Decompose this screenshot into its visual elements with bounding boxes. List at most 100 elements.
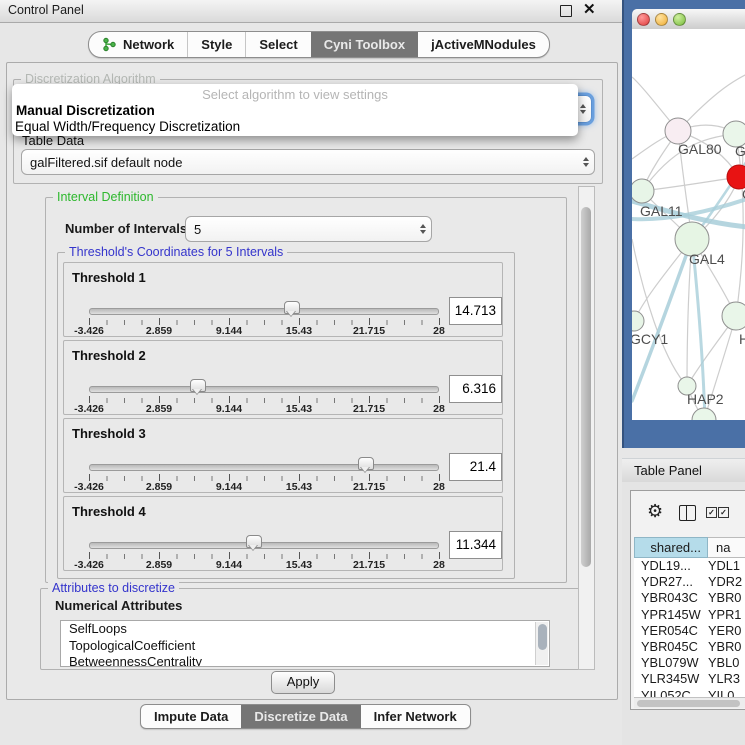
- combo-stepper-icon: [415, 224, 431, 234]
- threshold-4-panel: Threshold 4 -3.4262.8599.14415.4321.7152…: [63, 496, 503, 571]
- popup-option-manual-discretization[interactable]: Manual Discretization: [16, 103, 155, 118]
- threshold-1-slider[interactable]: [89, 305, 439, 319]
- thresholds-title: Threshold's Coordinates for 5 Intervals: [65, 245, 287, 259]
- tab-network-label: Network: [123, 37, 174, 52]
- network-canvas[interactable]: GAL80 GA C GAL11 GAL4 GCY1 H HAP2: [632, 29, 745, 420]
- number-of-intervals-label: Number of Intervals: [65, 221, 187, 236]
- network-icon: [102, 37, 117, 52]
- tab-network[interactable]: Network: [89, 32, 187, 57]
- node-label-gal4: GAL4: [689, 251, 725, 267]
- table-row[interactable]: YBL079WYBL0: [634, 655, 745, 671]
- control-panel-titlebar: Control Panel ✕: [0, 0, 622, 23]
- column-header-shared-name[interactable]: shared...: [634, 537, 708, 558]
- slider-thumb[interactable]: [246, 535, 262, 548]
- threshold-1-panel: Threshold 1 -3.4262.8599.14415.4321.7152…: [63, 262, 503, 337]
- threshold-2-slider[interactable]: [89, 383, 439, 397]
- table-data-combo[interactable]: galFiltered.sif default node: [21, 149, 595, 175]
- top-tab-bar: Network Style Select Cyni Toolbox jActiv…: [88, 31, 550, 58]
- node-right-mid[interactable]: [722, 302, 745, 330]
- threshold-2-value-field[interactable]: 6.316: [449, 375, 502, 403]
- node-label-gal80: GAL80: [678, 141, 722, 157]
- algorithm-dropdown-popup: Select algorithm to view settings Manual…: [12, 84, 578, 136]
- tab-style[interactable]: Style: [187, 32, 245, 57]
- gear-icon[interactable]: ⚙: [647, 502, 663, 520]
- threshold-2-panel: Threshold 2 -3.4262.8599.14415.4321.7152…: [63, 340, 503, 415]
- attributes-title: Attributes to discretize: [48, 581, 179, 595]
- popup-hint: Select algorithm to view settings: [12, 87, 578, 102]
- minimize-traffic-light-icon[interactable]: [655, 13, 668, 26]
- column-header-name[interactable]: na: [708, 537, 745, 558]
- node-bottom[interactable]: [692, 408, 716, 420]
- tab-discretize-data[interactable]: Discretize Data: [241, 705, 360, 728]
- slider-thumb[interactable]: [284, 301, 300, 314]
- node-label-hap2: HAP2: [687, 391, 724, 407]
- slider-thumb[interactable]: [190, 379, 206, 392]
- table-window: ⚙ ✓ ✓ shared... na YDL19...YDL1 YDR27...…: [630, 490, 745, 710]
- table-body: YDL19...YDL1 YDR27...YDR2 YBR043CYBR0 YP…: [634, 558, 745, 700]
- close-icon[interactable]: ✕: [583, 0, 596, 18]
- slider-thumb[interactable]: [358, 457, 374, 470]
- scrollbar-thumb[interactable]: [581, 207, 591, 567]
- node-label-partial-ga: GA: [735, 143, 745, 159]
- table-row[interactable]: YLR345WYLR3: [634, 671, 745, 687]
- node-gcy1[interactable]: [632, 311, 644, 331]
- threshold-1-label: Threshold 1: [72, 270, 146, 285]
- combo-stepper-icon: [578, 157, 594, 167]
- table-row[interactable]: YBR045CYBR0: [634, 639, 745, 655]
- interval-definition-title: Interval Definition: [53, 190, 158, 204]
- popup-option-equal-width[interactable]: Equal Width/Frequency Discretization: [15, 119, 240, 134]
- threshold-3-slider[interactable]: [89, 461, 439, 475]
- table-row[interactable]: YDR27...YDR2: [634, 574, 745, 590]
- table-panel-titlebar: Table Panel: [622, 458, 745, 484]
- threshold-3-label: Threshold 3: [72, 426, 146, 441]
- panel-scrollbar[interactable]: [578, 186, 595, 670]
- table-row[interactable]: YDL19...YDL1: [634, 558, 745, 574]
- network-window-frame: GAL80 GA C GAL11 GAL4 GCY1 H HAP2: [622, 0, 745, 448]
- list-item[interactable]: SelfLoops: [61, 621, 549, 638]
- checkbox-icon[interactable]: ✓: [706, 507, 717, 518]
- table-panel-title: Table Panel: [634, 463, 702, 478]
- tab-infer-network[interactable]: Infer Network: [361, 705, 470, 728]
- screen: Control Panel ✕ Network Style Select Cyn…: [0, 0, 745, 745]
- table-data-value: galFiltered.sif default node: [22, 155, 578, 170]
- list-item[interactable]: BetweennessCentrality: [61, 654, 549, 667]
- table-horizontal-scrollbar[interactable]: [634, 697, 745, 708]
- threshold-4-value-field[interactable]: 11.344: [449, 531, 502, 559]
- number-of-intervals-value: 5: [186, 222, 415, 237]
- close-traffic-light-icon[interactable]: [637, 13, 650, 26]
- network-window-titlebar[interactable]: [632, 9, 745, 30]
- node-label-gal11: GAL11: [640, 203, 683, 219]
- numerical-attributes-label: Numerical Attributes: [55, 598, 182, 613]
- threshold-2-label: Threshold 2: [72, 348, 146, 363]
- columns-icon[interactable]: [679, 505, 696, 521]
- scrollbar-thumb[interactable]: [637, 700, 740, 707]
- tab-jactivemnodules[interactable]: jActiveMNodules: [418, 32, 549, 57]
- threshold-4-label: Threshold 4: [72, 504, 146, 519]
- list-scrollbar[interactable]: [535, 622, 548, 665]
- node-label-gcy1: GCY1: [632, 331, 668, 347]
- table-panel-background: ⚙ ✓ ✓ shared... na YDL19...YDL1 YDR27...…: [622, 482, 745, 745]
- checkbox-icon[interactable]: ✓: [718, 507, 729, 518]
- numerical-attributes-list: SelfLoops TopologicalCoefficient Between…: [60, 620, 550, 667]
- list-item[interactable]: TopologicalCoefficient: [61, 638, 549, 655]
- tab-select[interactable]: Select: [245, 32, 310, 57]
- tab-cyni-toolbox[interactable]: Cyni Toolbox: [311, 32, 418, 57]
- table-row[interactable]: YER054CYER0: [634, 623, 745, 639]
- zoom-traffic-light-icon[interactable]: [673, 13, 686, 26]
- bottom-tab-bar: Impute Data Discretize Data Infer Networ…: [140, 704, 471, 729]
- network-graph: GAL80 GA C GAL11 GAL4 GCY1 H HAP2: [632, 29, 745, 420]
- tab-impute-data[interactable]: Impute Data: [141, 705, 241, 728]
- table-header-row: shared... na: [634, 537, 745, 558]
- apply-button[interactable]: Apply: [271, 671, 335, 694]
- panel-title: Control Panel: [8, 3, 84, 17]
- table-row[interactable]: YPR145WYPR1: [634, 607, 745, 623]
- node-gal11[interactable]: [632, 179, 654, 203]
- node-label-partial-h: H: [739, 331, 745, 347]
- number-of-intervals-combo[interactable]: 5: [185, 216, 432, 242]
- threshold-1-value-field[interactable]: 14.713: [449, 297, 502, 325]
- table-row[interactable]: YBR043CYBR0: [634, 590, 745, 606]
- threshold-4-slider[interactable]: [89, 539, 439, 553]
- threshold-3-panel: Threshold 3 -3.4262.8599.14415.4321.7152…: [63, 418, 503, 493]
- threshold-3-value-field[interactable]: 21.4: [449, 453, 502, 481]
- float-window-icon[interactable]: [560, 5, 572, 17]
